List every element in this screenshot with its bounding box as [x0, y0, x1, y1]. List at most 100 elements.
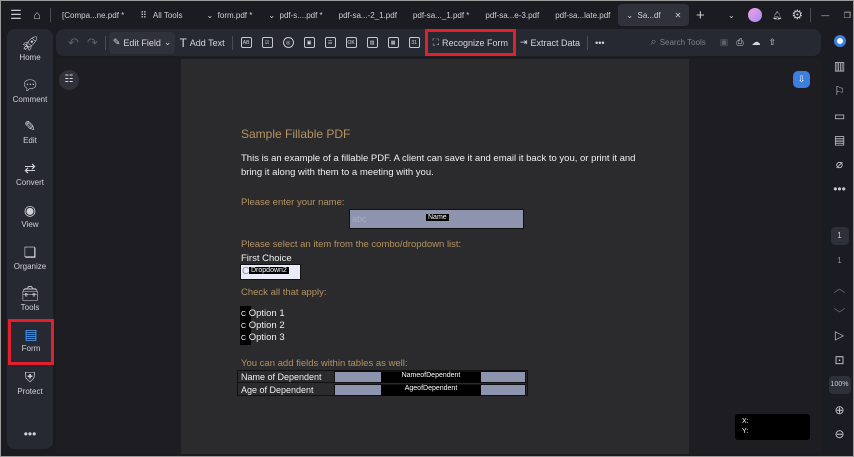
tab[interactable]: ⌄ form.pdf *: [191, 4, 261, 26]
more-icon[interactable]: •••: [7, 427, 53, 441]
form-fields-icon[interactable]: ▤: [826, 133, 853, 147]
button-field-icon[interactable]: OK: [345, 37, 357, 48]
sidebar-item-label: Edit: [23, 136, 37, 145]
sidebar-item-protect[interactable]: ⛨ Protect: [7, 369, 53, 396]
checkbox-option[interactable]: C Option 2: [241, 320, 285, 331]
checkbox[interactable]: C: [241, 335, 246, 342]
restore-icon[interactable]: ❐: [836, 11, 853, 20]
checkbox[interactable]: C: [241, 323, 246, 330]
scan-icon: ⛶: [432, 37, 439, 47]
save-icon[interactable]: ▣: [716, 32, 733, 54]
add-text-label: Add Text: [189, 37, 225, 48]
zoom-out-icon[interactable]: ⊖: [826, 427, 853, 441]
prev-page-icon[interactable]: ︿: [826, 279, 853, 296]
text-icon: T: [179, 35, 187, 50]
date-field-icon[interactable]: 31: [408, 37, 420, 48]
sidebar-item-label: View: [21, 220, 39, 229]
bookmark-icon[interactable]: ⚐: [826, 84, 853, 98]
comment-icon[interactable]: ▭: [826, 109, 853, 123]
rocket-icon: 🚀︎: [21, 35, 39, 51]
recognize-form-label: Recognize Form: [441, 37, 508, 48]
search-tools[interactable]: ⌕ Search Tools: [647, 32, 710, 54]
coordinates-readout: X: Y:: [735, 414, 810, 440]
select-cursor-icon[interactable]: ▷: [826, 328, 853, 342]
print-icon[interactable]: ⎙: [732, 32, 747, 54]
tab[interactable]: pdf-sa...-2_1.pdf: [331, 4, 405, 26]
name-of-dependent-field[interactable]: NameofDependent: [334, 371, 526, 383]
ai-assistant-icon[interactable]: [833, 35, 846, 47]
form-icon: ▤: [24, 326, 38, 342]
combo-box-icon[interactable]: ▣: [303, 37, 315, 48]
dropdown-field[interactable]: C Dropdown2: [240, 264, 301, 280]
tab-active[interactable]: ⌄ Sa...df ✕: [618, 4, 690, 26]
checkbox-option[interactable]: C Option 1: [241, 308, 285, 319]
add-text-button[interactable]: T Add Text: [175, 32, 228, 54]
tab[interactable]: pdf-sa...late.pdf: [547, 4, 618, 26]
eye-icon: ◉: [23, 202, 37, 218]
edit-field-button[interactable]: ✎ Edit Field ⌄: [108, 31, 176, 54]
sidebar-item-label: Comment: [12, 95, 48, 104]
age-of-dependent-field[interactable]: AgeofDependent: [334, 384, 526, 396]
more-icon[interactable]: •••: [826, 182, 853, 196]
close-tab-icon[interactable]: ✕: [675, 11, 682, 20]
tab-all-tools[interactable]: ⠿ All Tools: [132, 4, 190, 26]
signature-field-icon[interactable]: ▦: [387, 37, 399, 48]
image-field-icon[interactable]: ▨: [366, 37, 378, 48]
fit-page-icon[interactable]: ⊡: [826, 353, 853, 367]
radio-button-icon[interactable]: ◎: [282, 37, 294, 48]
sidebar-item-edit[interactable]: ✎ Edit: [7, 118, 53, 145]
page-action-button[interactable]: ⇩: [793, 71, 810, 88]
sidebar-item-home[interactable]: 🚀︎ Home: [7, 35, 53, 62]
tab[interactable]: [Compa...ne.pdf *: [54, 4, 132, 26]
shield-icon: ⛨: [24, 369, 36, 385]
recognize-form-button[interactable]: ⛶ Recognize Form: [424, 29, 516, 56]
field-name-tag: Name: [426, 214, 449, 221]
checkbox-icon[interactable]: ☑: [261, 37, 273, 48]
tab[interactable]: pdf-sa...e-3.pdf: [477, 4, 547, 26]
tab-label: pdf-s....pdf *: [279, 10, 323, 20]
toolbar: ↶ ↷ ✎ Edit Field ⌄ T Add Text AB ☑ ◎ ▣ ☰ OK…: [56, 29, 821, 56]
tab[interactable]: pdf-sa..._1.pdf *: [405, 4, 477, 26]
more-icon[interactable]: •••: [591, 32, 608, 54]
list-box-icon[interactable]: ☰: [324, 37, 336, 48]
minimize-icon[interactable]: —: [814, 11, 836, 20]
panel-icon[interactable]: ▥: [826, 59, 853, 73]
toolbox-icon: 🧰︎: [21, 285, 39, 301]
sidebar-item-view[interactable]: ◉ View: [7, 202, 53, 229]
page-number-input[interactable]: 1: [830, 227, 849, 245]
sidebar-item-tools[interactable]: 🧰︎ Tools: [7, 285, 53, 312]
tab[interactable]: ⌄ pdf-s....pdf *: [260, 4, 330, 26]
zoom-level[interactable]: 100%: [828, 376, 851, 394]
text-field-icon[interactable]: AB: [240, 37, 252, 48]
sidebar-item-label: Tools: [20, 303, 40, 312]
sidebar-item-form[interactable]: ▤ Form: [8, 319, 54, 365]
gear-icon[interactable]: ⚙: [787, 7, 807, 23]
sidebar-item-organize[interactable]: ❏ Organize: [7, 244, 53, 271]
avatar[interactable]: [748, 8, 763, 22]
next-page-icon[interactable]: ﹀: [826, 305, 853, 322]
undo-icon[interactable]: ↶: [64, 32, 83, 54]
doc-text: bring it along with them to a meeting wi…: [241, 167, 434, 178]
field-name-tag: NameofDependent: [381, 372, 481, 383]
bell-icon[interactable]: 🔔︎: [767, 11, 787, 20]
sidebar-item-label: Protect: [17, 387, 43, 396]
redo-icon[interactable]: ↷: [83, 32, 102, 54]
chevron-down-icon[interactable]: ⌄: [719, 11, 743, 20]
tab-label: All Tools: [152, 10, 183, 20]
filter-settings-icon[interactable]: ☷: [59, 70, 79, 90]
attachment-icon[interactable]: ⌀: [826, 157, 853, 171]
upload-cloud-icon[interactable]: ☁: [748, 32, 765, 54]
new-tab-icon[interactable]: +: [689, 7, 711, 24]
sidebar-item-convert[interactable]: ⇄ Convert: [7, 160, 53, 187]
checkbox-option[interactable]: C Option 3: [241, 332, 285, 343]
zoom-in-icon[interactable]: ⊕: [826, 403, 853, 417]
sidebar-item-comment[interactable]: 💬︎ Comment: [7, 77, 53, 104]
extract-data-button[interactable]: ⇥ Extract Data: [516, 32, 584, 54]
name-field[interactable]: abc Name: [349, 209, 524, 229]
doc-title: Sample Fillable PDF: [241, 127, 351, 141]
menu-icon[interactable]: ☰: [5, 7, 27, 23]
home-icon[interactable]: ⌂: [27, 8, 47, 22]
first-choice-label: First Choice: [241, 253, 292, 264]
checkbox[interactable]: C: [241, 311, 246, 318]
share-icon[interactable]: ⇧: [765, 32, 781, 54]
